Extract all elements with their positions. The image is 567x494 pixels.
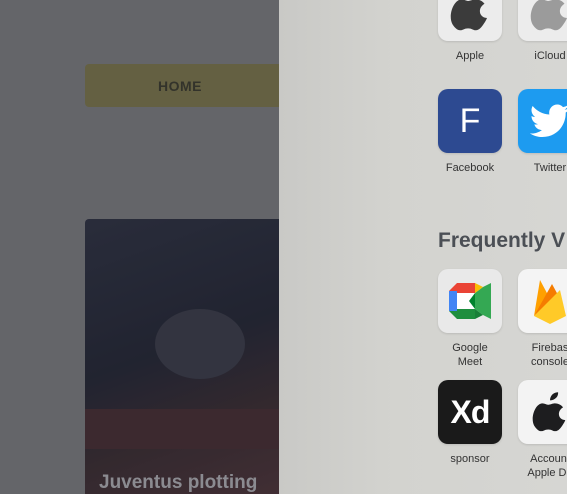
- favorite-icloud-tile[interactable]: [518, 0, 567, 41]
- favorite-label: Apple: [455, 50, 485, 62]
- frequently-visited-heading: Frequently V: [438, 229, 566, 252]
- frequent-label-line2: Meet: [457, 356, 483, 368]
- favorite-apple[interactable]: Apple: [438, 0, 502, 63]
- frequent-sponsor[interactable]: Xd sponsor: [438, 380, 502, 466]
- favorite-label: Facebook: [445, 162, 495, 174]
- favorite-twitter-tile[interactable]: [518, 89, 567, 153]
- apple-logo-icon: [450, 0, 487, 31]
- frequent-label-line1: sponsor: [450, 453, 490, 465]
- frequent-firebase[interactable]: Firebas console: [518, 269, 567, 369]
- frequent-google-meet[interactable]: Google Meet: [438, 269, 502, 369]
- twitter-bird-icon: [530, 104, 567, 137]
- frequent-account-apple-developer[interactable]: Account Apple De: [518, 380, 567, 480]
- favorite-icloud[interactable]: iCloud: [518, 0, 567, 63]
- frequent-label: Google Meet: [438, 341, 502, 369]
- favorite-twitter[interactable]: Twitter: [518, 89, 567, 175]
- frequent-label-line1: Account: [530, 453, 567, 465]
- frequent-label: Firebas console: [518, 341, 567, 369]
- facebook-f-icon: F: [459, 101, 481, 140]
- apple-logo-icon: [530, 0, 567, 31]
- frequent-sponsor-tile[interactable]: Xd: [438, 380, 502, 444]
- adobe-xd-icon: Xd: [450, 393, 491, 430]
- favorite-apple-tile[interactable]: [438, 0, 502, 41]
- favorite-facebook-tile[interactable]: F: [438, 89, 502, 153]
- frequent-label-line1: Google: [452, 342, 488, 354]
- favorite-facebook[interactable]: F Facebook: [438, 89, 502, 175]
- frequent-label: Account Apple De: [518, 452, 567, 480]
- frequent-account-tile[interactable]: [518, 380, 567, 444]
- firebase-icon: [534, 280, 566, 324]
- google-meet-icon: [449, 283, 491, 319]
- favorite-label: iCloud: [534, 50, 566, 62]
- frequent-label-line2: Apple De: [527, 467, 567, 479]
- favorite-label: Twitter: [533, 162, 567, 174]
- frequent-label-line2: console: [531, 356, 567, 368]
- frequent-firebase-tile[interactable]: [518, 269, 567, 333]
- frequent-google-meet-tile[interactable]: [438, 269, 502, 333]
- frequent-label-line1: Firebas: [531, 342, 567, 354]
- apple-logo-icon: [532, 392, 566, 432]
- frequent-label: sponsor: [438, 452, 502, 466]
